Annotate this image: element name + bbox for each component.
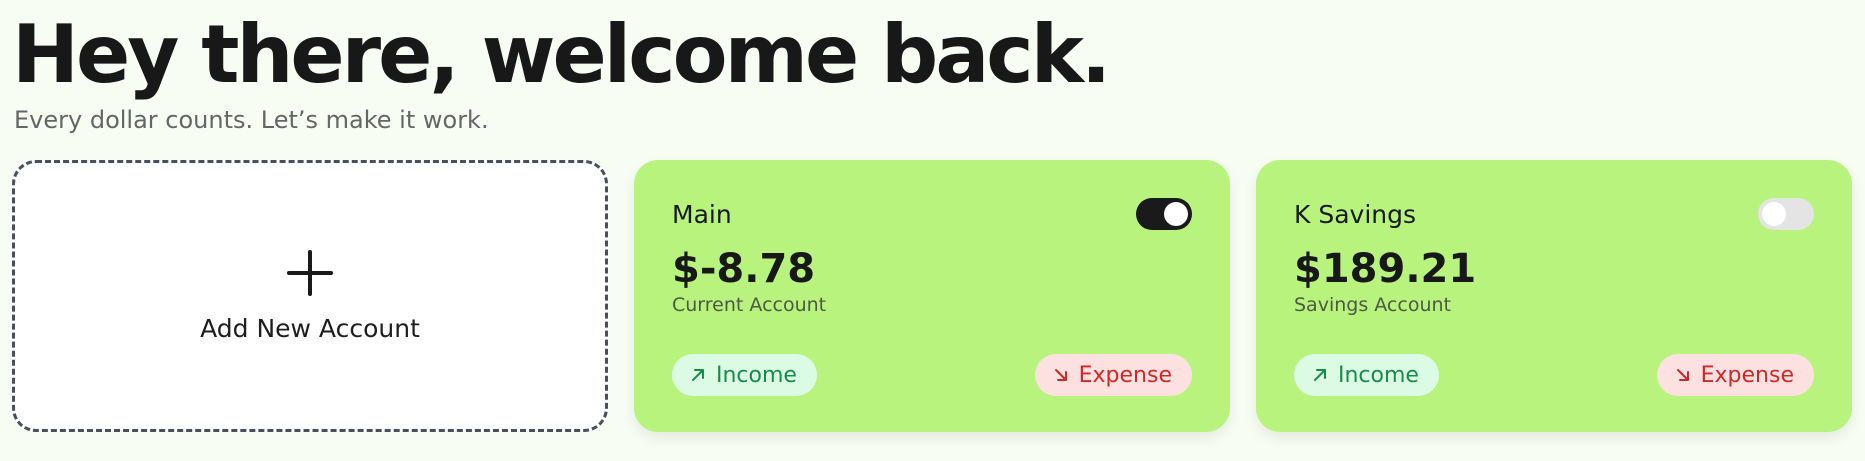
- expense-button[interactable]: Expense: [1034, 354, 1192, 396]
- account-balance: $189.21: [1294, 246, 1477, 292]
- account-balance: $-8.78: [672, 246, 816, 292]
- account-name: Main: [672, 199, 732, 229]
- account-type: Current Account: [672, 294, 827, 316]
- page-header: Hey there, welcome back. Every dollar co…: [12, 8, 1111, 135]
- add-account-button[interactable]: Add New Account: [12, 160, 608, 432]
- plus-icon: [287, 249, 333, 296]
- arrow-down-right-icon: [1054, 369, 1067, 381]
- income-label: Income: [716, 362, 797, 388]
- arrow-down-right-icon: [1676, 369, 1689, 381]
- account-cards: Add New Account Main $-8.78 Current Acco…: [12, 160, 1852, 432]
- expense-label: Expense: [1078, 362, 1172, 388]
- toggle-knob: [1164, 202, 1188, 226]
- account-type: Savings Account: [1294, 294, 1451, 316]
- account-card-k-savings[interactable]: K Savings $189.21 Savings Account Income…: [1256, 160, 1852, 432]
- income-button[interactable]: Income: [1294, 354, 1439, 396]
- page-subtitle: Every dollar counts. Let’s make it work.: [14, 106, 489, 134]
- expense-button[interactable]: Expense: [1656, 354, 1814, 396]
- account-toggle[interactable]: [1136, 198, 1192, 230]
- arrow-up-right-icon: [1314, 369, 1326, 381]
- income-button[interactable]: Income: [672, 354, 817, 396]
- arrow-up-right-icon: [692, 369, 704, 381]
- income-label: Income: [1338, 362, 1419, 388]
- account-toggle[interactable]: [1758, 198, 1814, 230]
- account-name: K Savings: [1294, 199, 1417, 229]
- add-account-label: Add New Account: [200, 313, 420, 343]
- toggle-knob: [1762, 202, 1786, 226]
- expense-label: Expense: [1700, 362, 1794, 388]
- account-card-main[interactable]: Main $-8.78 Current Account Income Expen…: [634, 160, 1230, 432]
- page-title: Hey there, welcome back.: [12, 8, 1111, 101]
